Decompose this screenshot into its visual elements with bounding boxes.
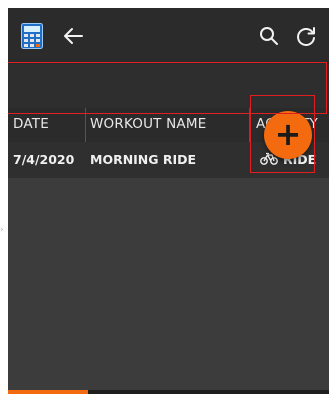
column-header-workout-name[interactable]: WORKOUT NAME bbox=[90, 116, 206, 132]
refresh-icon[interactable] bbox=[295, 25, 317, 47]
left-gutter bbox=[0, 0, 8, 394]
bottom-nav-track bbox=[88, 390, 329, 394]
column-divider bbox=[249, 108, 250, 142]
column-divider bbox=[85, 108, 86, 142]
edge-chevron-icon: › bbox=[0, 225, 4, 235]
cell-workout-name: MORNING RIDE bbox=[90, 152, 197, 167]
arrow-left-icon[interactable] bbox=[62, 25, 84, 47]
add-workout-button[interactable]: + bbox=[264, 111, 312, 159]
calculator-icon[interactable] bbox=[21, 23, 43, 49]
column-header-date[interactable]: DATE bbox=[13, 116, 49, 132]
top-toolbar bbox=[8, 8, 329, 64]
cell-date: 7/4/2020 bbox=[13, 152, 75, 167]
search-icon[interactable] bbox=[259, 26, 279, 46]
plus-icon: + bbox=[274, 115, 302, 153]
app-window: DATE WORKOUT NAME ACTIVITY 7/4/2020 MORN… bbox=[8, 8, 329, 394]
bottom-nav-indicator bbox=[8, 390, 88, 394]
